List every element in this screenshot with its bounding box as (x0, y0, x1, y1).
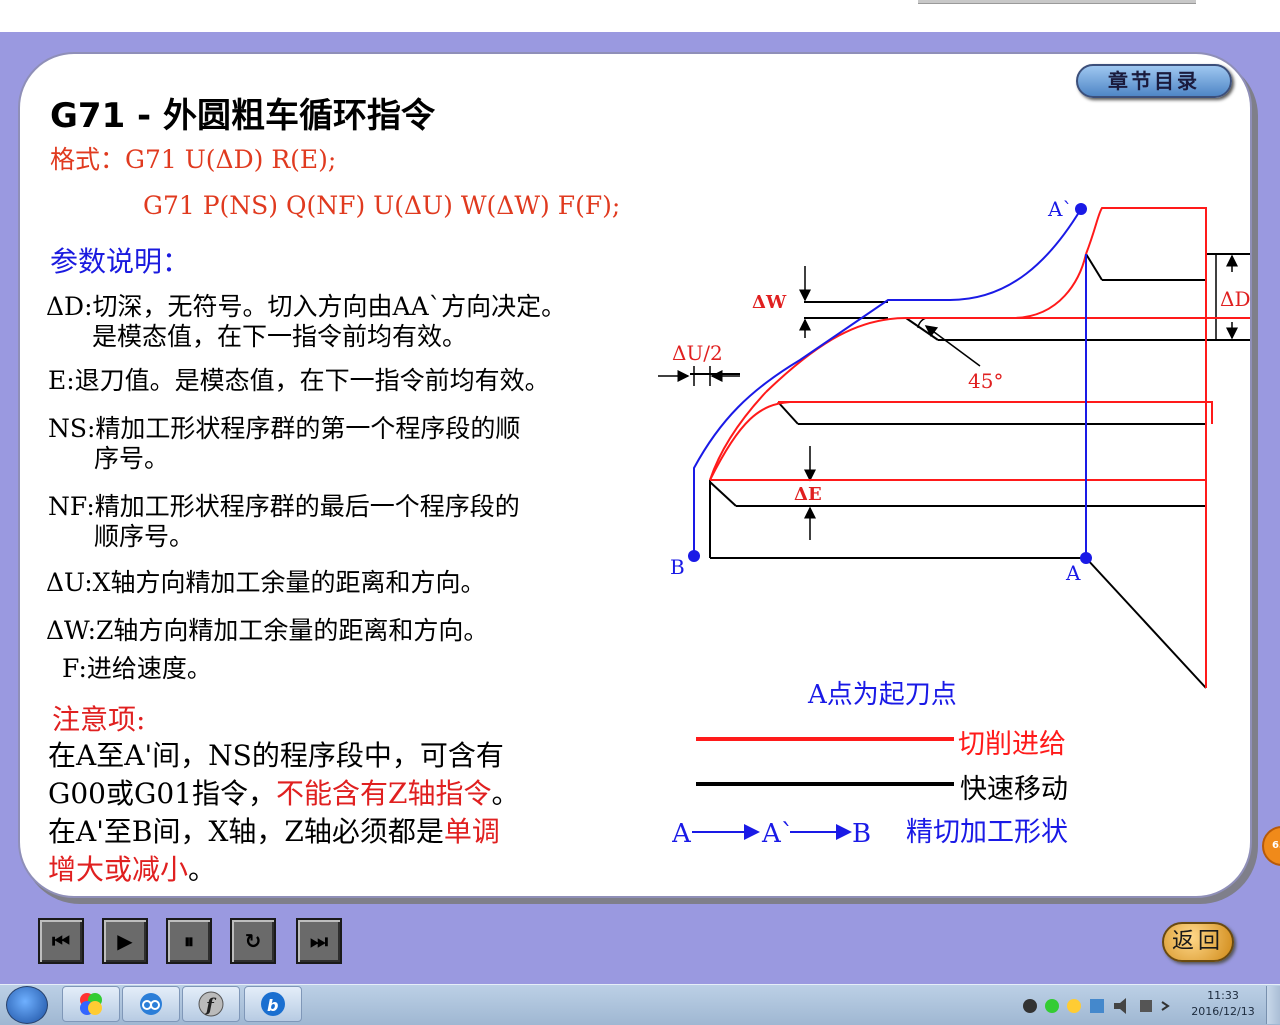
note-line-3: 在A'至B间，X轴，Z轴必须都是单调 (48, 810, 500, 850)
param-f-line1: F:进给速度。 (62, 654, 212, 683)
pause-icon: ⏸ (184, 929, 194, 953)
param-dd: ΔD:切深，无符号。切入方向由AA`方向决定。 是模态值，在下一指令前均有效。 (46, 292, 566, 352)
note-line-4: 增大或减小。 (48, 848, 216, 888)
legend-path-a: A (672, 819, 692, 849)
note-line-1: 在A至A'间，NS的程序段中，可含有 (48, 739, 504, 772)
format-line-1: 格式：G71 U(ΔD) R(E); (50, 145, 337, 174)
param-dw: ΔW:Z轴方向精加工余量的距离和方向。 (46, 616, 488, 646)
taskbar-app-2[interactable] (122, 986, 180, 1022)
param-ns-line2: 序号。 (94, 444, 170, 473)
point-b (688, 550, 700, 562)
label-a: A (1065, 561, 1081, 585)
show-desktop-button[interactable] (1266, 986, 1280, 1024)
note-line-2c: 。 (491, 777, 520, 810)
label-dd: ΔD (1220, 287, 1250, 311)
note-line-3b: 单调 (443, 815, 500, 848)
legend-path-arrows: A A` B (672, 819, 871, 849)
note-line-4a: 增大或减小 (48, 853, 189, 886)
param-nf-line1: NF:精加工形状程序群的最后一个程序段的 (48, 492, 520, 521)
param-e: E:退刀值。是模态值，在下一指令前均有效。 (48, 366, 550, 396)
start-point-note: A点为起刀点 (808, 680, 957, 710)
replay-icon: ↻ (244, 929, 262, 953)
point-a-prime (1075, 203, 1087, 215)
taskbar-app-4[interactable]: b (244, 986, 302, 1022)
note-line-2: G00或G01指令，不能含有Z轴指令。 (48, 772, 519, 812)
taskbar-app-3[interactable]: f (182, 986, 240, 1022)
notes-heading: 注意项: (52, 703, 146, 736)
param-e-line1: E:退刀值。是模态值，在下一指令前均有效。 (48, 366, 550, 395)
legend-rapid-line (696, 782, 954, 786)
skip-back-icon: ⏮ (52, 929, 70, 953)
flash-app-icon: f (198, 991, 224, 1017)
window-titlebar-fragment (918, 0, 1196, 4)
param-ns-line1: NS:精加工形状程序群的第一个程序段的顺 (48, 414, 521, 443)
taskbar-app-1[interactable] (62, 986, 120, 1022)
label-dw: ΔW (752, 292, 787, 313)
back-button[interactable]: 返回 (1162, 922, 1234, 962)
first-slide-button[interactable]: ⏮ (38, 918, 84, 964)
dimension-arrows (658, 254, 1238, 540)
legend-finish-label: 精切加工形状 (906, 817, 1068, 848)
note-line-2b: 不能含有Z轴指令 (276, 777, 492, 810)
clock-date: 2016/12/13 (1191, 1005, 1255, 1018)
format-line-2: G71 P(NS) Q(NF) U(ΔU) W(ΔW) F(F); (143, 191, 621, 220)
system-tray-icons (1023, 998, 1170, 1014)
label-a-prime: A` (1047, 197, 1072, 221)
window-top-strip (0, 0, 1280, 32)
point-a (1080, 552, 1092, 564)
param-dd-line1: ΔD:切深，无符号。切入方向由AA`方向决定。 (46, 292, 567, 321)
note-line-2a: G00或G01指令， (48, 777, 276, 810)
label-b: B (670, 555, 685, 579)
param-nf: NF:精加工形状程序群的最后一个程序段的 顺序号。 (48, 492, 520, 552)
start-button[interactable] (6, 986, 48, 1024)
g71-cycle-diagram: A` B A ΔW ΔU/2 ΔD ΔE 45° (658, 197, 1250, 689)
legend-rapid-label: 快速移动 (960, 774, 1068, 805)
param-dd-line2: 是模态值，在下一指令前均有效。 (92, 322, 468, 351)
label-45: 45° (968, 369, 1003, 393)
pause-button[interactable]: ⏸ (166, 918, 212, 964)
clock-time: 11:33 (1207, 989, 1239, 1002)
legend-cut-line (696, 737, 954, 741)
note-line-4b: 。 (188, 853, 217, 886)
page-title: G71 - 外圆粗车循环指令 (50, 96, 436, 136)
param-nf-line2: 顺序号。 (94, 522, 195, 551)
black-rapid-lines (690, 253, 1250, 689)
replay-button[interactable]: ↻ (230, 918, 276, 964)
last-slide-button[interactable]: ⏭ (296, 918, 342, 964)
clock[interactable]: 11:33 2016/12/13 (1190, 988, 1256, 1020)
note-line-3a: 在A'至B间，X轴，Z轴必须都是 (48, 815, 444, 848)
param-du: ΔU:X轴方向精加工余量的距离和方向。 (46, 568, 485, 598)
browser-app-icon: b (261, 992, 285, 1016)
param-dw-line1: ΔW:Z轴方向精加工余量的距离和方向。 (46, 616, 489, 645)
skip-forward-icon: ⏭ (310, 929, 328, 953)
chapter-toc-button[interactable]: 章节目录 (1076, 64, 1232, 98)
param-ns: NS:精加工形状程序群的第一个程序段的顺 序号。 (48, 414, 520, 474)
svg-text:b: b (267, 996, 278, 1015)
cloud-app-icon (140, 993, 162, 1015)
legend-cut-label: 切削进给 (958, 729, 1066, 760)
play-button[interactable]: ▶ (102, 918, 148, 964)
label-du2: ΔU/2 (672, 341, 723, 365)
legend-path-a2: A` (761, 819, 794, 849)
param-f: F:进给速度。 (62, 654, 212, 684)
play-icon: ▶ (117, 929, 133, 953)
legend-path-b: B (852, 819, 871, 849)
label-de: ΔE (794, 484, 822, 505)
tray-icons[interactable] (1022, 996, 1182, 1020)
params-heading: 参数说明： (50, 245, 191, 278)
param-du-line1: ΔU:X轴方向精加工余量的距离和方向。 (46, 568, 486, 597)
pinwheel-app-icon (80, 993, 102, 1015)
